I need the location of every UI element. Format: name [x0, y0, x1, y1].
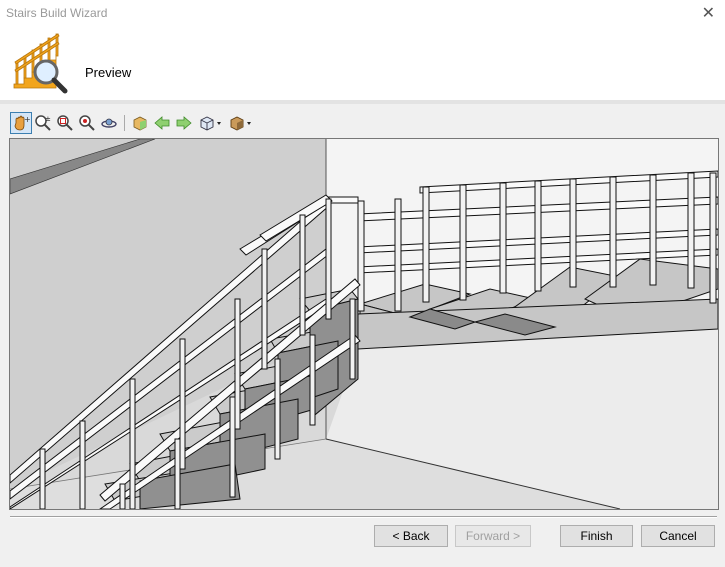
window-title: Stairs Build Wizard	[6, 6, 108, 20]
footer-divider-highlight	[10, 517, 717, 518]
header-divider	[0, 100, 725, 104]
zoom-dynamic-icon[interactable]: ±	[32, 112, 54, 134]
finish-button[interactable]: Finish	[560, 525, 633, 547]
previous-view-icon[interactable]	[151, 112, 173, 134]
render-mode-icon[interactable]	[129, 112, 151, 134]
page-caption: Preview	[85, 65, 132, 80]
title-bar: Stairs Build Wizard ✕	[0, 0, 725, 26]
cancel-button[interactable]: Cancel	[641, 525, 715, 547]
zoom-window-icon[interactable]	[54, 112, 76, 134]
pan-icon[interactable]: +	[10, 112, 32, 134]
toolbar-separator	[124, 115, 125, 131]
view-cube-icon[interactable]	[197, 112, 225, 134]
wizard-header: Preview	[0, 26, 725, 100]
close-icon[interactable]: ✕	[702, 3, 715, 23]
zoom-extents-icon[interactable]	[76, 112, 98, 134]
box-display-icon[interactable]	[227, 112, 255, 134]
orbit-icon[interactable]	[98, 112, 120, 134]
svg-text:+: +	[24, 115, 30, 124]
back-button[interactable]: < Back	[374, 525, 448, 547]
stairs-3d-preview[interactable]	[9, 138, 719, 510]
stairs-preview-drawing	[10, 139, 718, 509]
next-view-icon[interactable]	[173, 112, 195, 134]
forward-button[interactable]: Forward >	[455, 525, 531, 547]
svg-text:±: ±	[45, 115, 51, 123]
stairs-magnifier-icon	[13, 33, 68, 94]
